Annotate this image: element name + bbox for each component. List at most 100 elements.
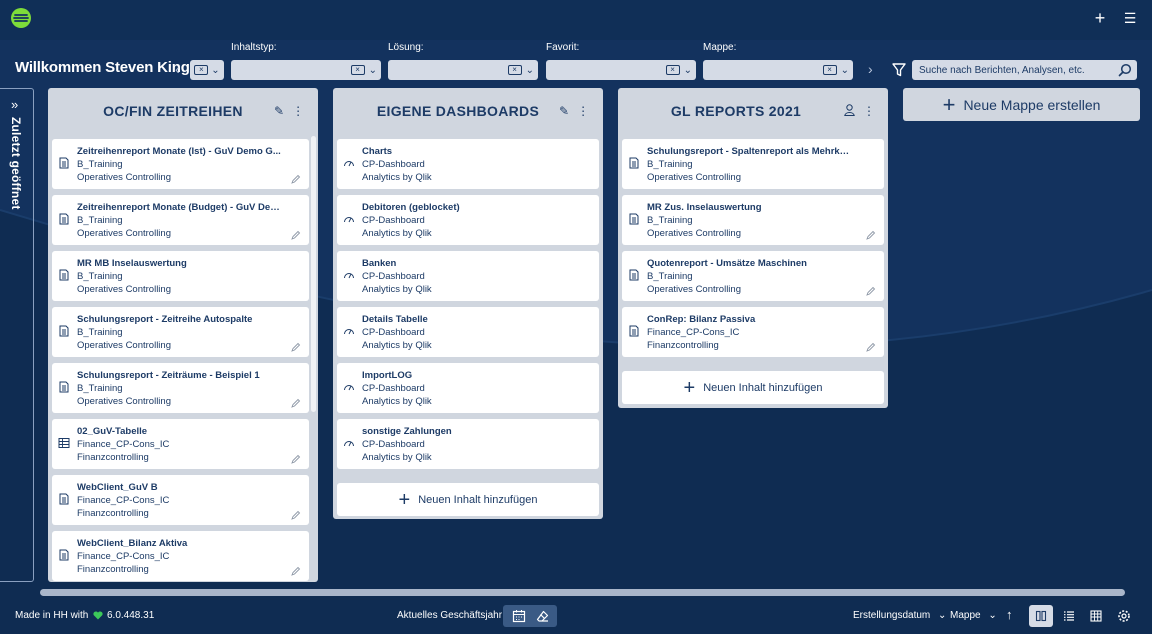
clear-icon[interactable]: × xyxy=(665,65,680,75)
card-title: ConRep: Bilanz Passiva xyxy=(647,314,756,325)
calendar-icon[interactable] xyxy=(512,609,526,623)
settings-button[interactable] xyxy=(1112,605,1136,627)
card-category: Operatives Controlling xyxy=(77,396,171,407)
report-icon xyxy=(59,381,69,393)
content-card[interactable]: WebClient_GuV B Finance_CP-Cons_IC Finan… xyxy=(52,475,309,525)
filter-mappe[interactable]: × ⌄ xyxy=(703,60,853,80)
dashboard-icon xyxy=(344,385,354,391)
sort-by-label: Erstellungsdatum xyxy=(853,610,931,621)
pencil-icon[interactable] xyxy=(291,510,301,520)
view-list-button[interactable] xyxy=(1057,605,1081,627)
card-title: sonstige Zahlungen xyxy=(362,426,452,437)
content-card[interactable]: Details Tabelle CP-Dashboard Analytics b… xyxy=(337,307,599,357)
content-card[interactable]: Charts CP-Dashboard Analytics by Qlik xyxy=(337,139,599,189)
view-table-button[interactable] xyxy=(1084,605,1108,627)
edit-icon[interactable]: ✎ xyxy=(274,104,284,118)
mappe-column-gl-reports: GL REPORTS 2021 ⋮ Schulungsreport - Spal… xyxy=(618,88,888,408)
clear-icon[interactable]: × xyxy=(822,65,837,75)
content-card[interactable]: MR Zus. Inselauswertung B_Training Opera… xyxy=(622,195,884,245)
filter-loesung[interactable]: × ⌄ xyxy=(388,60,538,80)
chevron-down-icon: ⌄ xyxy=(211,64,220,76)
card-subtitle: B_Training xyxy=(647,271,693,282)
card-category: Operatives Controlling xyxy=(77,172,171,183)
create-mappe-button[interactable]: + Neue Mappe erstellen xyxy=(903,88,1140,121)
card-category: Finanzcontrolling xyxy=(77,564,149,575)
chevron-down-icon[interactable]: ⌄ xyxy=(841,65,849,76)
app-logo[interactable] xyxy=(10,7,32,29)
chevron-left-icon[interactable]: ‹ xyxy=(175,61,180,77)
content-card[interactable]: Schulungsreport - Zeiträume - Beispiel 1… xyxy=(52,363,309,413)
card-category: Operatives Controlling xyxy=(77,340,171,351)
clear-icon[interactable]: × xyxy=(350,65,365,75)
card-category: Analytics by Qlik xyxy=(362,228,432,239)
eraser-icon[interactable] xyxy=(536,610,549,623)
global-clear-filter[interactable]: × ⌄ xyxy=(190,60,224,80)
filter-icon[interactable] xyxy=(892,63,906,77)
content-card[interactable]: sonstige Zahlungen CP-Dashboard Analytic… xyxy=(337,419,599,469)
card-subtitle: Finance_CP-Cons_IC xyxy=(647,327,740,338)
add-content-label: Neuen Inhalt hinzufügen xyxy=(418,493,538,506)
content-card[interactable]: Zeitreihenreport Monate (Ist) - GuV Demo… xyxy=(52,139,309,189)
pencil-icon[interactable] xyxy=(291,174,301,184)
edit-icon[interactable]: ✎ xyxy=(559,104,569,118)
plus-icon: + xyxy=(942,91,956,117)
recently-opened-label: Zuletzt geöffnet xyxy=(9,117,23,210)
content-card[interactable]: ImportLOG CP-Dashboard Analytics by Qlik xyxy=(337,363,599,413)
welcome-text: Willkommen Steven King! xyxy=(15,59,195,76)
pencil-icon[interactable] xyxy=(291,454,301,464)
chevron-down-icon[interactable]: ⌄ xyxy=(684,65,692,76)
filter-inhaltstyp[interactable]: × ⌄ xyxy=(231,60,381,80)
pencil-icon[interactable] xyxy=(291,566,301,576)
pencil-icon[interactable] xyxy=(291,398,301,408)
card-category: Finanzcontrolling xyxy=(647,340,719,351)
double-chevron-right-icon: » xyxy=(11,97,19,112)
user-icon[interactable] xyxy=(844,104,855,119)
plus-icon: + xyxy=(398,488,411,511)
content-card[interactable]: ConRep: Bilanz Passiva Finance_CP-Cons_I… xyxy=(622,307,884,357)
sort-ascending-icon[interactable]: ↑ xyxy=(1006,607,1013,622)
report-icon xyxy=(59,213,69,225)
add-content-button[interactable]: + Neuen Inhalt hinzufügen xyxy=(337,483,599,516)
chevron-right-icon[interactable]: › xyxy=(868,61,873,77)
content-card[interactable]: Debitoren (geblocket) CP-Dashboard Analy… xyxy=(337,195,599,245)
pencil-icon[interactable] xyxy=(291,342,301,352)
dashboard-icon xyxy=(344,441,354,447)
search-placeholder: Suche nach Berichten, Analysen, etc. xyxy=(919,64,1085,76)
content-card[interactable]: MR MB Inselauswertung B_Training Operati… xyxy=(52,251,309,301)
chevron-down-icon[interactable]: ⌄ xyxy=(526,65,534,76)
content-card[interactable]: Banken CP-Dashboard Analytics by Qlik xyxy=(337,251,599,301)
add-content-button[interactable]: + Neuen Inhalt hinzufügen xyxy=(622,371,884,404)
pencil-icon[interactable] xyxy=(866,286,876,296)
chevron-down-icon[interactable]: ⌄ xyxy=(369,65,377,76)
content-card[interactable]: WebClient_Bilanz Aktiva Finance_CP-Cons_… xyxy=(52,531,309,581)
search-icon[interactable] xyxy=(1118,63,1132,77)
more-vertical-icon[interactable]: ⋮ xyxy=(577,104,589,118)
fiscal-year-label: Aktuelles Geschäftsjahr xyxy=(397,610,503,621)
menu-icon[interactable]: ☰ xyxy=(1120,8,1140,28)
view-columns-button[interactable] xyxy=(1029,605,1053,627)
content-card[interactable]: 02_GuV-Tabelle Finance_CP-Cons_IC Finanz… xyxy=(52,419,309,469)
card-title: MR MB Inselauswertung xyxy=(77,258,187,269)
horizontal-scrollbar[interactable] xyxy=(40,589,1125,596)
content-card[interactable]: Schulungsreport - Zeitreihe Autospalte B… xyxy=(52,307,309,357)
pencil-icon[interactable] xyxy=(866,230,876,240)
add-icon[interactable]: + xyxy=(1090,8,1110,28)
card-category: Operatives Controlling xyxy=(647,284,741,295)
column-title: OC/FIN ZEITREIHEN xyxy=(103,103,243,119)
content-card[interactable]: Schulungsreport - Spaltenreport als Mehr… xyxy=(622,139,884,189)
search-input[interactable]: Suche nach Berichten, Analysen, etc. xyxy=(912,60,1137,80)
more-vertical-icon[interactable]: ⋮ xyxy=(863,104,875,119)
pencil-icon[interactable] xyxy=(291,230,301,240)
filter-favorit[interactable]: × ⌄ xyxy=(546,60,696,80)
clear-icon[interactable]: × xyxy=(507,65,522,75)
column-scrollbar[interactable] xyxy=(311,136,316,412)
report-icon xyxy=(59,157,69,169)
more-vertical-icon[interactable]: ⋮ xyxy=(292,104,304,118)
pencil-icon[interactable] xyxy=(866,342,876,352)
sort-by-select[interactable]: Erstellungsdatum ⌄ xyxy=(853,610,946,621)
group-by-select[interactable]: Mappe ⌄ xyxy=(950,610,997,621)
content-card[interactable]: Zeitreihenreport Monate (Budget) - GuV D… xyxy=(52,195,309,245)
content-card[interactable]: Quotenreport - Umsätze Maschinen B_Train… xyxy=(622,251,884,301)
card-title: Details Tabelle xyxy=(362,314,428,325)
recently-opened-panel[interactable]: » Zuletzt geöffnet xyxy=(0,88,34,582)
